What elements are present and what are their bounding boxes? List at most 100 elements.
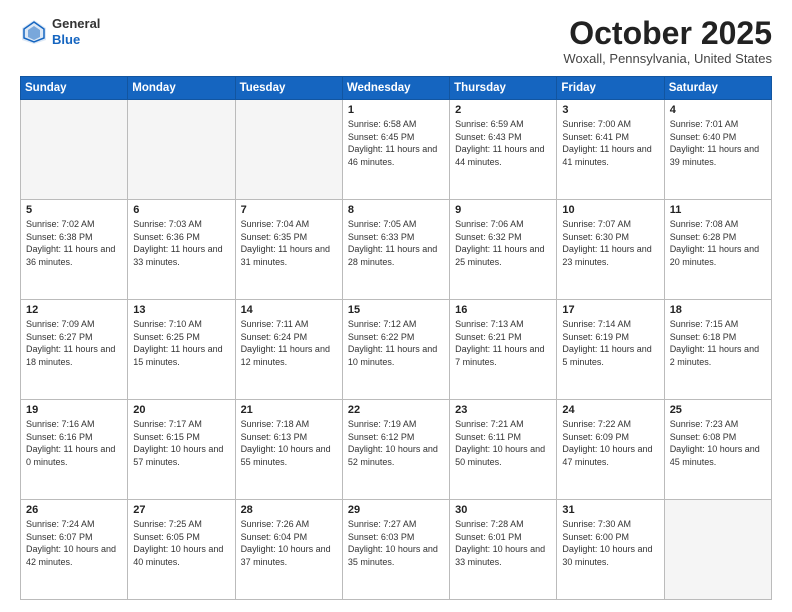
- cell-text: Sunrise: 6:59 AM Sunset: 6:43 PM Dayligh…: [455, 118, 551, 168]
- cell-text: Sunrise: 7:23 AM Sunset: 6:08 PM Dayligh…: [670, 418, 766, 468]
- calendar-cell: 13 Sunrise: 7:10 AM Sunset: 6:25 PM Dayli…: [128, 300, 235, 400]
- page: General Blue October 2025 Woxall, Pennsy…: [0, 0, 792, 612]
- day-number: 3: [562, 104, 658, 116]
- calendar-cell: 6Sunrise: 7:03 AM Sunset: 6:36 PM Daylig…: [128, 200, 235, 300]
- month-title: October 2025: [563, 16, 772, 51]
- day-number: 13: [133, 304, 229, 316]
- day-number: 7: [241, 204, 337, 216]
- calendar-week-row: 12 Sunrise: 7:09 AM Sunset: 6:27 PM Dayli…: [21, 300, 772, 400]
- cell-text: Sunrise: 7:12 AM Sunset: 6:22 PM Dayligh…: [348, 318, 444, 368]
- cell-text: Sunrise: 7:24 AM Sunset: 6:07 PM Dayligh…: [26, 518, 122, 568]
- calendar-cell: 2 Sunrise: 6:59 AM Sunset: 6:43 PM Daylig…: [450, 100, 557, 200]
- day-number: 12: [26, 304, 122, 316]
- cell-text: Sunrise: 7:04 AM Sunset: 6:35 PM Dayligh…: [241, 218, 337, 268]
- calendar-cell: 20Sunrise: 7:17 AM Sunset: 6:15 PM Dayli…: [128, 400, 235, 500]
- day-number: 23: [455, 404, 551, 416]
- cell-text: Sunrise: 7:28 AM Sunset: 6:01 PM Dayligh…: [455, 518, 551, 568]
- calendar-cell: 31 Sunrise: 7:30 AM Sunset: 6:00 PM Dayli…: [557, 500, 664, 600]
- calendar-cell: 15 Sunrise: 7:12 AM Sunset: 6:22 PM Dayli…: [342, 300, 449, 400]
- cell-text: Sunrise: 7:10 AM Sunset: 6:25 PM Dayligh…: [133, 318, 229, 368]
- calendar-cell: 29 Sunrise: 7:27 AM Sunset: 6:03 PM Dayli…: [342, 500, 449, 600]
- logo-text: General Blue: [52, 16, 100, 47]
- calendar-cell: 14Sunrise: 7:11 AM Sunset: 6:24 PM Dayli…: [235, 300, 342, 400]
- day-number: 15: [348, 304, 444, 316]
- cell-text: Sunrise: 7:13 AM Sunset: 6:21 PM Dayligh…: [455, 318, 551, 368]
- calendar-cell: 16 Sunrise: 7:13 AM Sunset: 6:21 PM Dayli…: [450, 300, 557, 400]
- calendar-table: SundayMondayTuesdayWednesdayThursdayFrid…: [20, 76, 772, 600]
- day-number: 19: [26, 404, 122, 416]
- day-number: 5: [26, 204, 122, 216]
- cell-text: Sunrise: 7:09 AM Sunset: 6:27 PM Dayligh…: [26, 318, 122, 368]
- day-number: 2: [455, 104, 551, 116]
- cell-text: Sunrise: 7:03 AM Sunset: 6:36 PM Dayligh…: [133, 218, 229, 268]
- calendar-cell: 26 Sunrise: 7:24 AM Sunset: 6:07 PM Dayli…: [21, 500, 128, 600]
- location: Woxall, Pennsylvania, United States: [563, 51, 772, 66]
- calendar-cell: 9Sunrise: 7:06 AM Sunset: 6:32 PM Daylig…: [450, 200, 557, 300]
- calendar-cell: 22Sunrise: 7:19 AM Sunset: 6:12 PM Dayli…: [342, 400, 449, 500]
- cell-text: Sunrise: 7:07 AM Sunset: 6:30 PM Dayligh…: [562, 218, 658, 268]
- calendar-cell: 1 Sunrise: 6:58 AM Sunset: 6:45 PM Daylig…: [342, 100, 449, 200]
- cell-text: Sunrise: 7:14 AM Sunset: 6:19 PM Dayligh…: [562, 318, 658, 368]
- cell-text: Sunrise: 7:27 AM Sunset: 6:03 PM Dayligh…: [348, 518, 444, 568]
- cell-text: Sunrise: 7:17 AM Sunset: 6:15 PM Dayligh…: [133, 418, 229, 468]
- title-area: October 2025 Woxall, Pennsylvania, Unite…: [563, 16, 772, 66]
- day-number: 28: [241, 504, 337, 516]
- calendar-header-row: SundayMondayTuesdayWednesdayThursdayFrid…: [21, 77, 772, 100]
- cell-text: Sunrise: 7:30 AM Sunset: 6:00 PM Dayligh…: [562, 518, 658, 568]
- day-number: 21: [241, 404, 337, 416]
- day-number: 27: [133, 504, 229, 516]
- day-number: 8: [348, 204, 444, 216]
- day-number: 26: [26, 504, 122, 516]
- day-number: 1: [348, 104, 444, 116]
- cell-text: Sunrise: 7:02 AM Sunset: 6:38 PM Dayligh…: [26, 218, 122, 268]
- calendar-cell: 17 Sunrise: 7:14 AM Sunset: 6:19 PM Dayli…: [557, 300, 664, 400]
- calendar-cell: 3 Sunrise: 7:00 AM Sunset: 6:41 PM Daylig…: [557, 100, 664, 200]
- calendar-cell: 25Sunrise: 7:23 AM Sunset: 6:08 PM Dayli…: [664, 400, 771, 500]
- calendar-cell: 18Sunrise: 7:15 AM Sunset: 6:18 PM Dayli…: [664, 300, 771, 400]
- weekday-header: Saturday: [664, 77, 771, 100]
- cell-text: Sunrise: 7:19 AM Sunset: 6:12 PM Dayligh…: [348, 418, 444, 468]
- calendar-cell: 24 Sunrise: 7:22 AM Sunset: 6:09 PM Dayli…: [557, 400, 664, 500]
- calendar-cell: 12 Sunrise: 7:09 AM Sunset: 6:27 PM Dayli…: [21, 300, 128, 400]
- cell-text: Sunrise: 7:08 AM Sunset: 6:28 PM Dayligh…: [670, 218, 766, 268]
- calendar-cell: 19 Sunrise: 7:16 AM Sunset: 6:16 PM Dayli…: [21, 400, 128, 500]
- day-number: 24: [562, 404, 658, 416]
- calendar-cell: 8 Sunrise: 7:05 AM Sunset: 6:33 PM Daylig…: [342, 200, 449, 300]
- calendar-cell: [235, 100, 342, 200]
- day-number: 31: [562, 504, 658, 516]
- calendar-cell: [664, 500, 771, 600]
- day-number: 29: [348, 504, 444, 516]
- weekday-header: Monday: [128, 77, 235, 100]
- calendar-week-row: 1 Sunrise: 6:58 AM Sunset: 6:45 PM Daylig…: [21, 100, 772, 200]
- calendar-cell: 7 Sunrise: 7:04 AM Sunset: 6:35 PM Daylig…: [235, 200, 342, 300]
- calendar-cell: 10 Sunrise: 7:07 AM Sunset: 6:30 PM Dayli…: [557, 200, 664, 300]
- calendar-cell: [128, 100, 235, 200]
- cell-text: Sunrise: 7:06 AM Sunset: 6:32 PM Dayligh…: [455, 218, 551, 268]
- calendar-cell: 23 Sunrise: 7:21 AM Sunset: 6:11 PM Dayli…: [450, 400, 557, 500]
- cell-text: Sunrise: 7:05 AM Sunset: 6:33 PM Dayligh…: [348, 218, 444, 268]
- cell-text: Sunrise: 7:16 AM Sunset: 6:16 PM Dayligh…: [26, 418, 122, 468]
- day-number: 30: [455, 504, 551, 516]
- cell-text: Sunrise: 7:00 AM Sunset: 6:41 PM Dayligh…: [562, 118, 658, 168]
- cell-text: Sunrise: 7:26 AM Sunset: 6:04 PM Dayligh…: [241, 518, 337, 568]
- day-number: 10: [562, 204, 658, 216]
- day-number: 14: [241, 304, 337, 316]
- cell-text: Sunrise: 7:22 AM Sunset: 6:09 PM Dayligh…: [562, 418, 658, 468]
- calendar-cell: [21, 100, 128, 200]
- weekday-header: Sunday: [21, 77, 128, 100]
- cell-text: Sunrise: 7:25 AM Sunset: 6:05 PM Dayligh…: [133, 518, 229, 568]
- day-number: 17: [562, 304, 658, 316]
- calendar-cell: 21Sunrise: 7:18 AM Sunset: 6:13 PM Dayli…: [235, 400, 342, 500]
- weekday-header: Thursday: [450, 77, 557, 100]
- cell-text: Sunrise: 7:21 AM Sunset: 6:11 PM Dayligh…: [455, 418, 551, 468]
- calendar-week-row: 19 Sunrise: 7:16 AM Sunset: 6:16 PM Dayli…: [21, 400, 772, 500]
- calendar-cell: 30 Sunrise: 7:28 AM Sunset: 6:01 PM Dayli…: [450, 500, 557, 600]
- cell-text: Sunrise: 6:58 AM Sunset: 6:45 PM Dayligh…: [348, 118, 444, 168]
- calendar-week-row: 5 Sunrise: 7:02 AM Sunset: 6:38 PM Daylig…: [21, 200, 772, 300]
- day-number: 16: [455, 304, 551, 316]
- calendar-week-row: 26 Sunrise: 7:24 AM Sunset: 6:07 PM Dayli…: [21, 500, 772, 600]
- header: General Blue October 2025 Woxall, Pennsy…: [20, 16, 772, 66]
- cell-text: Sunrise: 7:15 AM Sunset: 6:18 PM Dayligh…: [670, 318, 766, 368]
- logo: General Blue: [20, 16, 100, 47]
- day-number: 11: [670, 204, 766, 216]
